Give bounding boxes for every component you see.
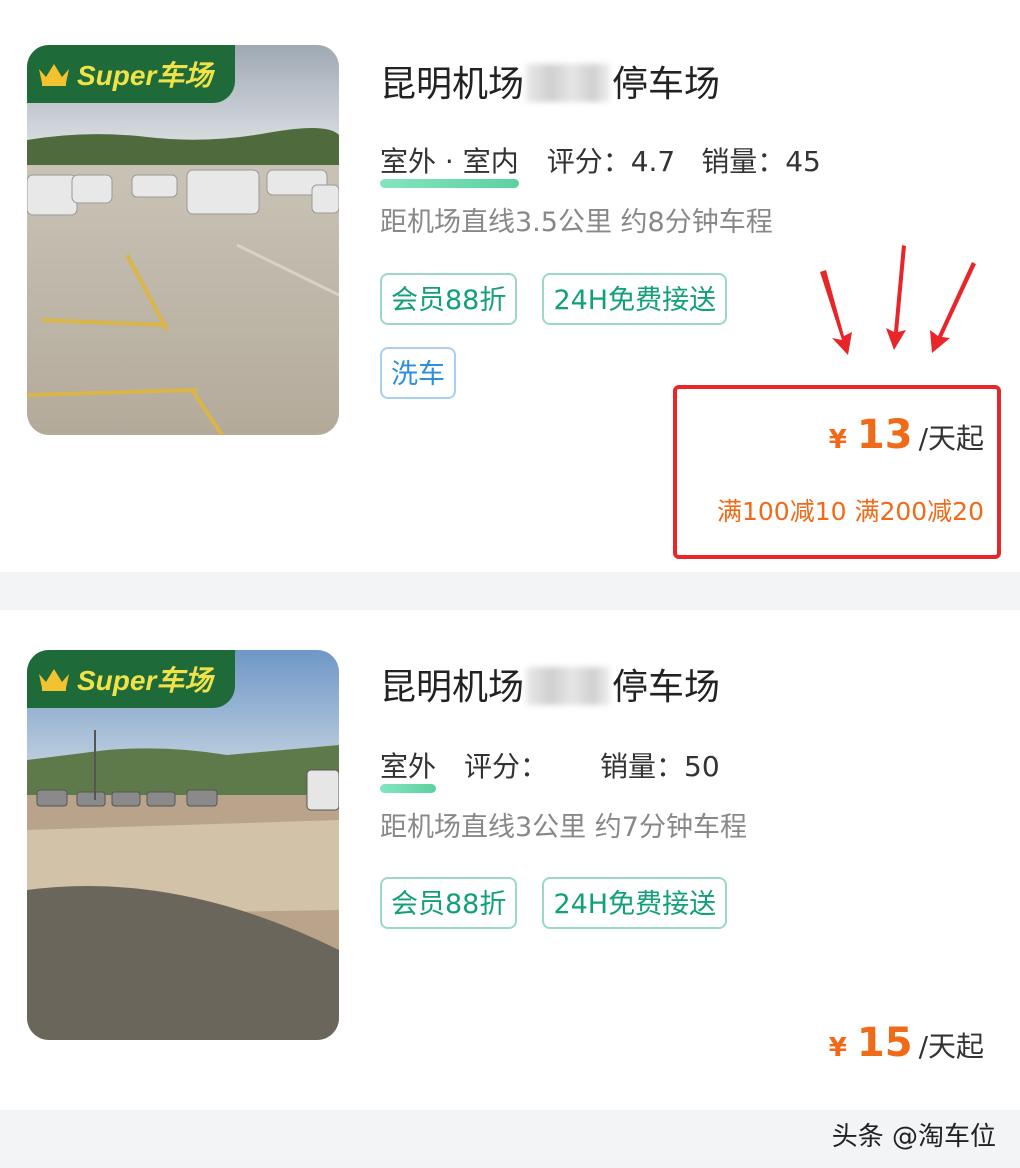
listing-meta: 室外 · 室内 评分：4.7 销量：45 (380, 140, 821, 188)
price-amount: 15 (856, 1020, 913, 1066)
tag-free-shuttle: 24H免费接送 (542, 877, 728, 929)
listing-meta: 室外 评分： 销量：50 (380, 745, 720, 793)
crown-icon (39, 669, 69, 691)
price-unit: /天起 (918, 422, 984, 455)
parking-lot-photo[interactable]: Super车场 (27, 45, 339, 435)
title-suffix: 停车场 (612, 64, 721, 105)
parking-lot-image (27, 45, 339, 435)
environment-label: 室外 (380, 745, 437, 793)
listing-title[interactable]: 昆明机场 停车场 (380, 658, 720, 710)
title-prefix: 昆明机场 (380, 64, 525, 105)
rating: 评分：4.7 (546, 145, 676, 178)
title-suffix: 停车场 (612, 667, 721, 708)
rating: 评分： (464, 750, 549, 783)
listing-title[interactable]: 昆明机场 停车场 (380, 55, 720, 107)
tag-member-discount: 会员88折 (380, 877, 518, 929)
environment-text: 室外 · 室内 (380, 145, 519, 178)
redacted-name (526, 667, 611, 705)
distance-info: 距机场直线3.5公里 约8分钟车程 (380, 207, 773, 238)
env-underline (380, 179, 519, 188)
watermark: 头条 @淘车位 (831, 1122, 996, 1152)
sales-count: 销量：45 (701, 145, 821, 178)
title-prefix: 昆明机场 (380, 667, 525, 708)
currency-symbol: ¥ (828, 1033, 847, 1063)
crown-icon (39, 64, 69, 86)
tag-free-shuttle: 24H免费接送 (542, 273, 728, 325)
price-amount: 13 (856, 412, 913, 458)
price: ¥ 15 /天起 (829, 1020, 984, 1066)
service-tags: 会员88折 24H免费接送 (380, 877, 780, 951)
discount-offers: 满100减10 满200减20 (716, 497, 984, 526)
redacted-name (526, 64, 611, 102)
parking-listing-card[interactable]: Super车场 昆明机场 停车场 室外 · 室内 评分：4.7 销量：45 距机场… (0, 0, 1020, 572)
parking-listing-card[interactable]: Super车场 昆明机场 停车场 室外 评分： 销量：50 距机场直线3公里 约7… (0, 610, 1020, 1110)
price-unit: /天起 (918, 1030, 984, 1063)
sales-count: 销量：50 (600, 750, 720, 783)
super-lot-badge: Super车场 (27, 650, 235, 708)
tag-member-discount: 会员88折 (380, 273, 518, 325)
badge-label: Super车场 (77, 665, 213, 696)
super-lot-badge: Super车场 (27, 45, 235, 103)
price: ¥ 13 /天起 (829, 412, 984, 458)
environment-label: 室外 · 室内 (380, 140, 519, 188)
parking-lot-photo[interactable]: Super车场 (27, 650, 339, 1040)
env-underline (380, 784, 437, 793)
distance-info: 距机场直线3公里 约7分钟车程 (380, 812, 747, 843)
red-arrows-annotation (820, 245, 976, 355)
tag-car-wash: 洗车 (380, 347, 456, 399)
environment-text: 室外 (380, 750, 437, 783)
currency-symbol: ¥ (828, 425, 847, 455)
parking-lot-image (27, 650, 339, 1040)
badge-label: Super车场 (77, 60, 213, 91)
